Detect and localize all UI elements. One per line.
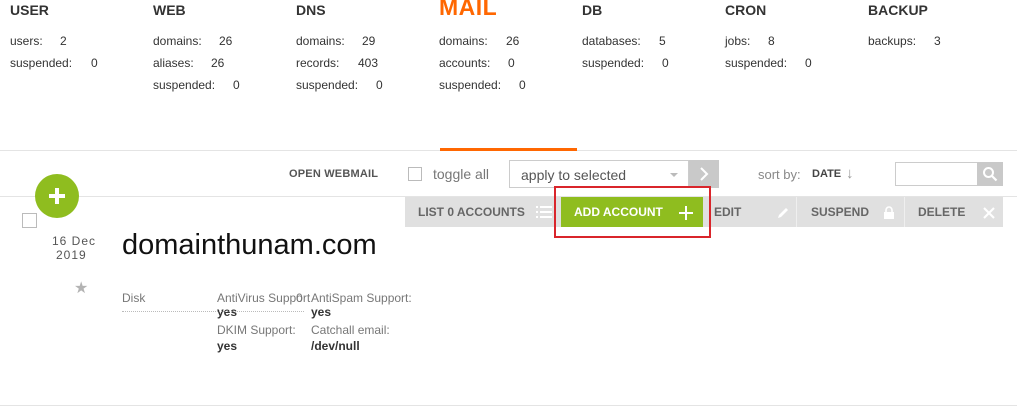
close-icon <box>983 207 995 219</box>
disk-usage-line <box>122 311 304 312</box>
stat-dns-title[interactable]: DNS <box>296 2 326 18</box>
sort-direction-icon[interactable]: ↓ <box>846 165 854 182</box>
row-date-day: 16 Dec <box>52 234 97 248</box>
dkim-label: DKIM Support: <box>217 323 296 337</box>
stat-user-title[interactable]: USER <box>10 2 49 18</box>
stat-mail-title[interactable]: MAIL <box>439 0 497 21</box>
stat-dns-suspended: suspended: 0 <box>296 78 383 92</box>
edit-button[interactable]: EDIT <box>703 197 796 227</box>
antispam-value: yes <box>311 305 332 319</box>
stat-cron-jobs: jobs: 8 <box>725 34 775 48</box>
search-input[interactable] <box>895 162 978 186</box>
star-icon[interactable]: ★ <box>74 278 88 298</box>
stats-panel: USER users: 2 suspended: 0 WEB domains: 26 … <box>0 0 1017 150</box>
chevron-right-icon <box>700 167 709 181</box>
dkim-value: yes <box>217 339 238 353</box>
add-domain-button[interactable] <box>35 174 79 218</box>
plus-icon <box>49 188 65 204</box>
stat-web-aliases: aliases: 26 <box>153 56 225 70</box>
apply-go-button[interactable] <box>689 160 719 188</box>
catchall-label: Catchall email: <box>311 323 390 337</box>
lock-icon <box>884 206 894 219</box>
active-tab-indicator <box>440 148 577 151</box>
toggle-all-label[interactable]: toggle all <box>433 166 489 182</box>
apply-to-selected-value: apply to selected <box>521 167 627 183</box>
stat-dns-domains: domains: 29 <box>296 34 376 48</box>
search-button[interactable] <box>977 162 1003 186</box>
catchall-value: /dev/null <box>311 339 360 353</box>
stat-db-suspended: suspended: 0 <box>582 56 669 70</box>
sort-by-label: sort by: <box>758 167 801 182</box>
toggle-all-checkbox[interactable] <box>408 167 422 181</box>
suspend-button[interactable]: SUSPEND <box>796 197 904 227</box>
list-icon <box>536 206 552 218</box>
list-accounts-button[interactable]: LIST 0 ACCOUNTS <box>405 197 561 227</box>
stat-cron-title[interactable]: CRON <box>725 2 766 18</box>
open-webmail-link[interactable]: OPEN WEBMAIL <box>289 168 378 180</box>
stat-dns-records: records: 403 <box>296 56 379 70</box>
stat-db-databases: databases: 5 <box>582 34 666 48</box>
dropdown-caret-icon <box>670 173 678 177</box>
row-divider <box>0 405 1017 406</box>
disk-label: Disk <box>122 291 146 305</box>
stat-user-users: users: 2 <box>10 34 67 48</box>
antispam-label: AntiSpam Support: <box>311 291 412 305</box>
stat-web-domains: domains: 26 <box>153 34 233 48</box>
stat-backup-title[interactable]: BACKUP <box>868 2 928 18</box>
row-date-year: 2019 <box>56 248 87 262</box>
stat-mail-accounts: accounts: 0 <box>439 56 515 70</box>
row-checkbox[interactable] <box>22 213 37 228</box>
pencil-icon <box>778 208 788 218</box>
sort-by-value[interactable]: DATE <box>812 168 841 180</box>
delete-button[interactable]: DELETE <box>904 197 1003 227</box>
stat-mail-domains: domains: 26 <box>439 34 520 48</box>
highlight-annotation <box>554 186 711 238</box>
stat-cron-suspended: suspended: 0 <box>725 56 812 70</box>
domain-name[interactable]: domainthunam.com <box>122 229 377 262</box>
stat-db-title[interactable]: DB <box>582 2 602 18</box>
stat-web-suspended: suspended: 0 <box>153 78 240 92</box>
disk-value: 0 <box>296 291 303 305</box>
apply-to-selected-select[interactable]: apply to selected <box>509 160 689 188</box>
search-icon <box>983 167 998 182</box>
stat-user-suspended: suspended: 0 <box>10 56 98 70</box>
stat-mail-suspended: suspended: 0 <box>439 78 526 92</box>
stat-backup-backups: backups: 3 <box>868 34 941 48</box>
stat-web-title[interactable]: WEB <box>153 2 186 18</box>
antivirus-value: yes <box>217 305 238 319</box>
